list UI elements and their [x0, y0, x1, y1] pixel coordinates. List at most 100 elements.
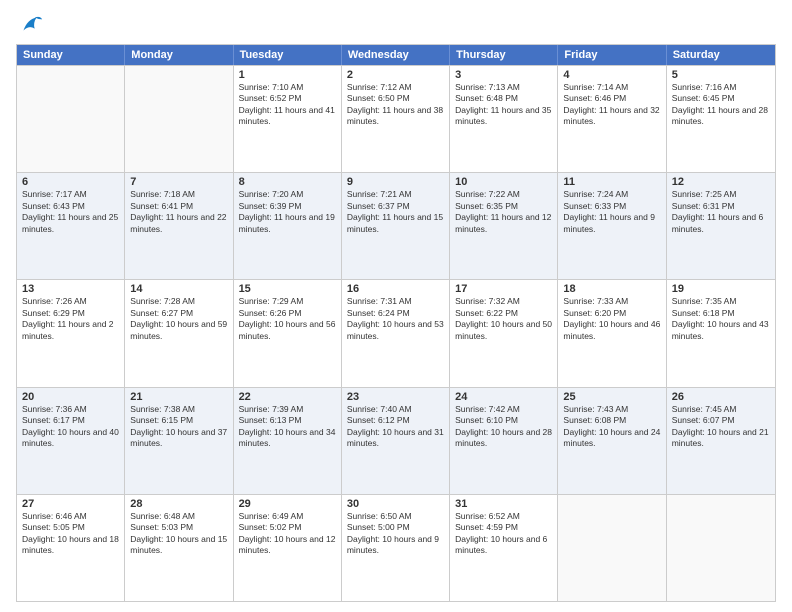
- page: SundayMondayTuesdayWednesdayThursdayFrid…: [0, 0, 792, 612]
- calendar-day-26: 26Sunrise: 7:45 AM Sunset: 6:07 PM Dayli…: [667, 388, 775, 494]
- day-detail: Sunrise: 7:16 AM Sunset: 6:45 PM Dayligh…: [672, 82, 770, 128]
- calendar-day-7: 7Sunrise: 7:18 AM Sunset: 6:41 PM Daylig…: [125, 173, 233, 279]
- day-detail: Sunrise: 7:25 AM Sunset: 6:31 PM Dayligh…: [672, 189, 770, 235]
- calendar-day-15: 15Sunrise: 7:29 AM Sunset: 6:26 PM Dayli…: [234, 280, 342, 386]
- day-number: 26: [672, 391, 770, 403]
- header: [16, 10, 776, 38]
- calendar-header-friday: Friday: [558, 45, 666, 65]
- day-detail: Sunrise: 7:17 AM Sunset: 6:43 PM Dayligh…: [22, 189, 119, 235]
- calendar-empty-cell: [125, 66, 233, 172]
- day-number: 22: [239, 391, 336, 403]
- calendar-day-5: 5Sunrise: 7:16 AM Sunset: 6:45 PM Daylig…: [667, 66, 775, 172]
- calendar-day-30: 30Sunrise: 6:50 AM Sunset: 5:00 PM Dayli…: [342, 495, 450, 601]
- calendar-day-6: 6Sunrise: 7:17 AM Sunset: 6:43 PM Daylig…: [17, 173, 125, 279]
- calendar-header-thursday: Thursday: [450, 45, 558, 65]
- calendar-week-5: 27Sunrise: 6:46 AM Sunset: 5:05 PM Dayli…: [17, 494, 775, 601]
- day-detail: Sunrise: 7:26 AM Sunset: 6:29 PM Dayligh…: [22, 296, 119, 342]
- calendar-day-12: 12Sunrise: 7:25 AM Sunset: 6:31 PM Dayli…: [667, 173, 775, 279]
- day-detail: Sunrise: 6:48 AM Sunset: 5:03 PM Dayligh…: [130, 511, 227, 557]
- day-number: 27: [22, 498, 119, 510]
- day-number: 2: [347, 69, 444, 81]
- calendar-day-21: 21Sunrise: 7:38 AM Sunset: 6:15 PM Dayli…: [125, 388, 233, 494]
- day-number: 23: [347, 391, 444, 403]
- calendar-day-28: 28Sunrise: 6:48 AM Sunset: 5:03 PM Dayli…: [125, 495, 233, 601]
- day-detail: Sunrise: 6:49 AM Sunset: 5:02 PM Dayligh…: [239, 511, 336, 557]
- day-detail: Sunrise: 7:42 AM Sunset: 6:10 PM Dayligh…: [455, 404, 552, 450]
- day-number: 3: [455, 69, 552, 81]
- day-number: 18: [563, 283, 660, 295]
- calendar-day-19: 19Sunrise: 7:35 AM Sunset: 6:18 PM Dayli…: [667, 280, 775, 386]
- calendar-day-13: 13Sunrise: 7:26 AM Sunset: 6:29 PM Dayli…: [17, 280, 125, 386]
- day-detail: Sunrise: 7:32 AM Sunset: 6:22 PM Dayligh…: [455, 296, 552, 342]
- day-detail: Sunrise: 7:20 AM Sunset: 6:39 PM Dayligh…: [239, 189, 336, 235]
- calendar-header-tuesday: Tuesday: [234, 45, 342, 65]
- day-number: 29: [239, 498, 336, 510]
- calendar-day-3: 3Sunrise: 7:13 AM Sunset: 6:48 PM Daylig…: [450, 66, 558, 172]
- day-detail: Sunrise: 7:22 AM Sunset: 6:35 PM Dayligh…: [455, 189, 552, 235]
- day-number: 6: [22, 176, 119, 188]
- calendar-body: 1Sunrise: 7:10 AM Sunset: 6:52 PM Daylig…: [17, 65, 775, 601]
- day-number: 14: [130, 283, 227, 295]
- calendar-header-monday: Monday: [125, 45, 233, 65]
- day-detail: Sunrise: 6:50 AM Sunset: 5:00 PM Dayligh…: [347, 511, 444, 557]
- day-detail: Sunrise: 7:29 AM Sunset: 6:26 PM Dayligh…: [239, 296, 336, 342]
- logo: [16, 10, 46, 38]
- day-detail: Sunrise: 7:36 AM Sunset: 6:17 PM Dayligh…: [22, 404, 119, 450]
- day-number: 25: [563, 391, 660, 403]
- calendar-day-20: 20Sunrise: 7:36 AM Sunset: 6:17 PM Dayli…: [17, 388, 125, 494]
- day-number: 8: [239, 176, 336, 188]
- day-detail: Sunrise: 7:18 AM Sunset: 6:41 PM Dayligh…: [130, 189, 227, 235]
- day-number: 10: [455, 176, 552, 188]
- calendar-day-16: 16Sunrise: 7:31 AM Sunset: 6:24 PM Dayli…: [342, 280, 450, 386]
- day-number: 1: [239, 69, 336, 81]
- day-detail: Sunrise: 7:10 AM Sunset: 6:52 PM Dayligh…: [239, 82, 336, 128]
- calendar-day-27: 27Sunrise: 6:46 AM Sunset: 5:05 PM Dayli…: [17, 495, 125, 601]
- calendar-header-row: SundayMondayTuesdayWednesdayThursdayFrid…: [17, 45, 775, 65]
- calendar-day-8: 8Sunrise: 7:20 AM Sunset: 6:39 PM Daylig…: [234, 173, 342, 279]
- calendar-day-18: 18Sunrise: 7:33 AM Sunset: 6:20 PM Dayli…: [558, 280, 666, 386]
- calendar-header-saturday: Saturday: [667, 45, 775, 65]
- calendar-day-2: 2Sunrise: 7:12 AM Sunset: 6:50 PM Daylig…: [342, 66, 450, 172]
- day-detail: Sunrise: 6:52 AM Sunset: 4:59 PM Dayligh…: [455, 511, 552, 557]
- day-number: 12: [672, 176, 770, 188]
- calendar-day-23: 23Sunrise: 7:40 AM Sunset: 6:12 PM Dayli…: [342, 388, 450, 494]
- calendar-day-24: 24Sunrise: 7:42 AM Sunset: 6:10 PM Dayli…: [450, 388, 558, 494]
- calendar-day-4: 4Sunrise: 7:14 AM Sunset: 6:46 PM Daylig…: [558, 66, 666, 172]
- day-number: 20: [22, 391, 119, 403]
- day-detail: Sunrise: 7:13 AM Sunset: 6:48 PM Dayligh…: [455, 82, 552, 128]
- day-detail: Sunrise: 7:39 AM Sunset: 6:13 PM Dayligh…: [239, 404, 336, 450]
- calendar-week-2: 6Sunrise: 7:17 AM Sunset: 6:43 PM Daylig…: [17, 172, 775, 279]
- day-number: 24: [455, 391, 552, 403]
- day-number: 5: [672, 69, 770, 81]
- day-number: 28: [130, 498, 227, 510]
- calendar-day-11: 11Sunrise: 7:24 AM Sunset: 6:33 PM Dayli…: [558, 173, 666, 279]
- day-number: 17: [455, 283, 552, 295]
- day-number: 9: [347, 176, 444, 188]
- day-detail: Sunrise: 7:14 AM Sunset: 6:46 PM Dayligh…: [563, 82, 660, 128]
- day-detail: Sunrise: 7:45 AM Sunset: 6:07 PM Dayligh…: [672, 404, 770, 450]
- day-detail: Sunrise: 7:21 AM Sunset: 6:37 PM Dayligh…: [347, 189, 444, 235]
- day-detail: Sunrise: 7:24 AM Sunset: 6:33 PM Dayligh…: [563, 189, 660, 235]
- calendar-day-22: 22Sunrise: 7:39 AM Sunset: 6:13 PM Dayli…: [234, 388, 342, 494]
- day-detail: Sunrise: 7:28 AM Sunset: 6:27 PM Dayligh…: [130, 296, 227, 342]
- day-detail: Sunrise: 7:33 AM Sunset: 6:20 PM Dayligh…: [563, 296, 660, 342]
- calendar-empty-cell: [558, 495, 666, 601]
- calendar-day-25: 25Sunrise: 7:43 AM Sunset: 6:08 PM Dayli…: [558, 388, 666, 494]
- calendar-empty-cell: [17, 66, 125, 172]
- calendar-day-29: 29Sunrise: 6:49 AM Sunset: 5:02 PM Dayli…: [234, 495, 342, 601]
- calendar-header-sunday: Sunday: [17, 45, 125, 65]
- day-detail: Sunrise: 6:46 AM Sunset: 5:05 PM Dayligh…: [22, 511, 119, 557]
- day-number: 30: [347, 498, 444, 510]
- calendar-day-31: 31Sunrise: 6:52 AM Sunset: 4:59 PM Dayli…: [450, 495, 558, 601]
- day-number: 31: [455, 498, 552, 510]
- calendar-empty-cell: [667, 495, 775, 601]
- calendar-week-3: 13Sunrise: 7:26 AM Sunset: 6:29 PM Dayli…: [17, 279, 775, 386]
- calendar-week-1: 1Sunrise: 7:10 AM Sunset: 6:52 PM Daylig…: [17, 65, 775, 172]
- calendar-day-17: 17Sunrise: 7:32 AM Sunset: 6:22 PM Dayli…: [450, 280, 558, 386]
- calendar-day-10: 10Sunrise: 7:22 AM Sunset: 6:35 PM Dayli…: [450, 173, 558, 279]
- day-detail: Sunrise: 7:38 AM Sunset: 6:15 PM Dayligh…: [130, 404, 227, 450]
- day-number: 11: [563, 176, 660, 188]
- calendar: SundayMondayTuesdayWednesdayThursdayFrid…: [16, 44, 776, 602]
- day-number: 13: [22, 283, 119, 295]
- day-number: 19: [672, 283, 770, 295]
